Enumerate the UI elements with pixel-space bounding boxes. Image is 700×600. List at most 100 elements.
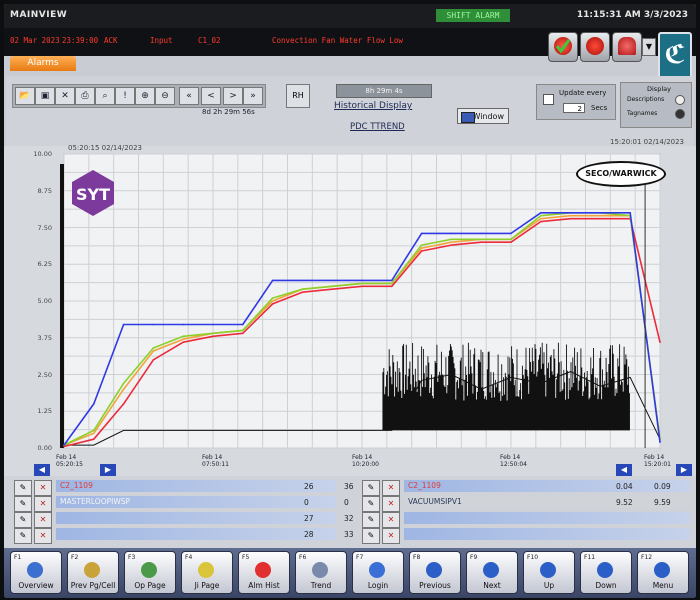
fkey-prev-pg-cell[interactable]: F2 Prev Pg/Cell: [67, 551, 119, 594]
historical-display-title: Historical Display: [334, 101, 413, 111]
series-green-point: [152, 347, 155, 349]
pen-remove-icon[interactable]: ✕: [382, 512, 400, 528]
pen-name[interactable]: VACUUMSIPV1: [404, 496, 690, 508]
pen-edit-icon[interactable]: ✎: [14, 512, 32, 528]
pen-name[interactable]: [56, 512, 336, 524]
series-red-point: [242, 332, 244, 335]
fkey-next[interactable]: F9 Next: [466, 551, 518, 594]
series-orange-point: [93, 432, 95, 435]
display-options-panel: Display Descriptions Tagnames: [620, 82, 692, 128]
alarm-date: 02 Mar 2023: [10, 36, 60, 45]
fkey-previous[interactable]: F8 Previous: [409, 551, 461, 594]
series-green-point: [540, 214, 542, 217]
fkey-number: F2: [71, 554, 79, 561]
hmi-screen: MAINVIEW SHIFT ALARM 11:15:31 AM 3/3/202…: [4, 4, 696, 598]
fkey-menu[interactable]: F12 Menu: [637, 551, 689, 594]
window-button[interactable]: Window: [457, 108, 509, 124]
pen-remove-icon[interactable]: ✕: [34, 480, 52, 496]
alarms-tab[interactable]: Alarms: [10, 56, 76, 71]
series-green-point: [510, 238, 512, 241]
x-scroll-right-icon[interactable]: ▶: [100, 464, 116, 476]
pen-value-max: 33: [344, 530, 354, 539]
x-scroll-right-end-icon[interactable]: ▶: [676, 464, 692, 476]
function-key-bar: F1 Overview F2 Prev Pg/Cell F3 Op Page F4 Ji Pa…: [4, 548, 696, 598]
pen-name[interactable]: C2_1109: [404, 480, 690, 492]
pen-name[interactable]: MASTERLOOPIWSP: [56, 496, 336, 508]
pen-edit-icon[interactable]: ✎: [14, 496, 32, 512]
fkey-number: F8: [413, 554, 421, 561]
pen-edit-icon[interactable]: ✎: [14, 528, 32, 544]
scroll-first-icon[interactable]: «: [179, 87, 199, 105]
ack-alarm-button[interactable]: [548, 32, 578, 62]
save-icon[interactable]: ▣: [35, 87, 55, 105]
alarm-stop-button[interactable]: [580, 32, 610, 62]
series-green-point: [242, 329, 244, 332]
fkey-number: F1: [14, 554, 22, 561]
silence-horn-button[interactable]: [612, 32, 642, 62]
x-scroll-left-end-icon[interactable]: ◀: [616, 464, 632, 476]
fkey-ji-page[interactable]: F4 Ji Page: [181, 551, 233, 594]
series-green-point: [182, 335, 184, 338]
cut-icon[interactable]: ✕: [55, 87, 75, 105]
pen-name[interactable]: [404, 528, 690, 540]
file-open-icon[interactable]: 📂: [15, 87, 35, 105]
time-ranges[interactable]: 8d 2h 29m 56s: [202, 108, 255, 116]
series-red-point: [599, 217, 602, 220]
pen-edit-icon[interactable]: ✎: [362, 512, 380, 528]
update-interval-input[interactable]: 2: [563, 103, 585, 113]
pen-edit-icon[interactable]: ✎: [362, 496, 380, 512]
pen-remove-icon[interactable]: ✕: [382, 480, 400, 496]
rh-button[interactable]: RH: [286, 84, 310, 108]
pen-name[interactable]: [56, 528, 336, 540]
alert-icon[interactable]: !: [115, 87, 135, 105]
pen-remove-icon[interactable]: ✕: [382, 496, 400, 512]
series-blue-point: [182, 323, 184, 326]
fkey-label: Ji Page: [194, 581, 220, 590]
pen-remove-icon[interactable]: ✕: [382, 528, 400, 544]
series-green-point: [93, 429, 95, 432]
series-red-point: [212, 335, 214, 338]
fkey-login[interactable]: F7 Login: [352, 551, 404, 594]
series-red-point: [480, 241, 483, 243]
scroll-left-icon[interactable]: <: [201, 87, 221, 105]
update-checkbox[interactable]: [543, 94, 554, 105]
pen-name[interactable]: C2_1109: [56, 480, 336, 492]
pen-remove-icon[interactable]: ✕: [34, 496, 52, 512]
fkey-number: F10: [527, 554, 539, 561]
fkey-label: Prev Pg/Cell: [70, 581, 116, 590]
series-blue-point: [569, 212, 572, 214]
zoom-in-icon[interactable]: ⊕: [135, 87, 155, 105]
series-green-point: [301, 288, 304, 291]
series-red-point: [569, 217, 572, 220]
tagnames-radio[interactable]: [675, 109, 685, 119]
toolbar-button-group: 📂 ▣ ✕ ⎙ ⌕ ! ⊕ ⊖ « < > »: [12, 84, 266, 108]
zoom-out-icon[interactable]: ⊖: [155, 87, 175, 105]
fkey-number: F3: [128, 554, 136, 561]
scroll-last-icon[interactable]: »: [243, 87, 263, 105]
search-icon[interactable]: ⌕: [95, 87, 115, 105]
fkey-label: Alm Hist: [248, 581, 280, 590]
series-red-point: [391, 285, 393, 288]
fkey-alm-hist[interactable]: F5 Alm Hist: [238, 551, 290, 594]
x-scroll-left-icon[interactable]: ◀: [34, 464, 50, 476]
fkey-trend[interactable]: F6 Trend: [295, 551, 347, 594]
pen-remove-icon[interactable]: ✕: [34, 512, 52, 528]
pen-value-min: 27: [304, 514, 314, 523]
pen-edit-icon[interactable]: ✎: [362, 480, 380, 496]
dropdown-arrow-icon[interactable]: ▼: [642, 38, 656, 56]
fkey-up[interactable]: F10 Up: [523, 551, 575, 594]
fkey-op-page[interactable]: F3 Op Page: [124, 551, 176, 594]
pen-remove-icon[interactable]: ✕: [34, 528, 52, 544]
company-logo-icon: ℭ: [658, 32, 692, 80]
series-red-point: [182, 341, 184, 343]
fkey-overview[interactable]: F1 Overview: [10, 551, 62, 594]
series-green-point: [391, 282, 393, 285]
pen-edit-icon[interactable]: ✎: [362, 528, 380, 544]
fkey-down[interactable]: F11 Down: [580, 551, 632, 594]
series-blue-point: [629, 212, 631, 214]
pen-edit-icon[interactable]: ✎: [14, 480, 32, 496]
pen-name[interactable]: [404, 512, 690, 524]
print-icon[interactable]: ⎙: [75, 87, 95, 105]
descriptions-radio[interactable]: [675, 95, 685, 105]
scroll-right-icon[interactable]: >: [223, 87, 243, 105]
